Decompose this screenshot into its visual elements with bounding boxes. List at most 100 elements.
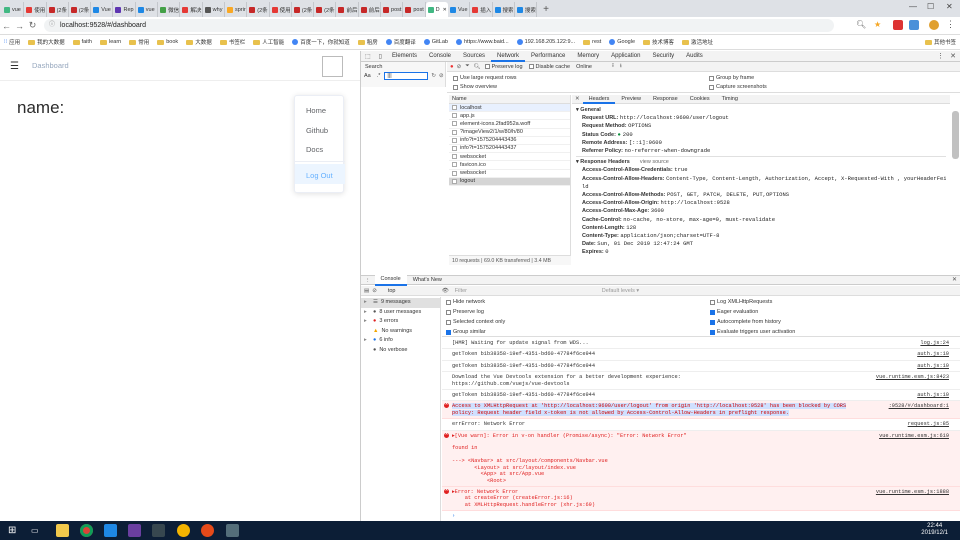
console-source-link[interactable]: vue.runtime.esm.js:8423 bbox=[876, 374, 949, 380]
console-source-link[interactable]: auth.js:10 bbox=[917, 363, 949, 369]
device-toggle-icon[interactable]: ▯ bbox=[375, 53, 386, 60]
app-icon[interactable] bbox=[128, 524, 141, 537]
app-icon[interactable] bbox=[177, 524, 190, 537]
bookmark-item[interactable]: book bbox=[157, 39, 178, 45]
regex-toggle[interactable]: .* bbox=[377, 73, 381, 79]
bookmark-item[interactable]: 常用 bbox=[129, 38, 149, 46]
request-row[interactable]: info?t=1575204443437 bbox=[449, 145, 570, 154]
browser-tab[interactable]: (2条 bbox=[47, 2, 69, 17]
app-icon[interactable] bbox=[226, 524, 239, 537]
browser-tab[interactable]: 搜索 bbox=[515, 2, 538, 17]
setting-checkbox[interactable] bbox=[446, 299, 451, 305]
setting-checkbox[interactable] bbox=[446, 329, 451, 335]
devtools-tab-audits[interactable]: Audits bbox=[680, 51, 709, 62]
back-icon[interactable]: ← bbox=[0, 21, 13, 31]
log-levels-select[interactable]: Default levels ▾ bbox=[602, 288, 639, 294]
reload-icon[interactable]: ↻ bbox=[26, 20, 39, 31]
setting-checkbox[interactable] bbox=[710, 329, 715, 335]
bookmark-item[interactable]: 百度翻译 bbox=[385, 38, 416, 46]
forward-icon[interactable]: → bbox=[13, 21, 26, 31]
console-filter-input[interactable]: Filter bbox=[452, 288, 582, 294]
response-headers-title[interactable]: ▾ Response Headers view source bbox=[576, 158, 946, 166]
bookmark-item[interactable]: rest bbox=[583, 39, 601, 45]
group-by-frame-checkbox[interactable] bbox=[709, 75, 714, 81]
browser-tab[interactable]: (2条 bbox=[292, 2, 315, 17]
bookmark-item[interactable]: 激活地址 bbox=[682, 38, 713, 46]
request-row[interactable]: websocket bbox=[449, 170, 570, 178]
console-filter-item[interactable]: ▸ ● 6 info bbox=[361, 336, 440, 346]
devtools-tab-console[interactable]: Console bbox=[423, 51, 457, 62]
devtools-close-icon[interactable]: ✕ bbox=[950, 52, 956, 60]
bookmark-item[interactable]: 192.168.205.122:9... bbox=[516, 39, 575, 45]
maximize-icon[interactable]: ☐ bbox=[927, 2, 934, 11]
app-icon[interactable] bbox=[152, 524, 165, 537]
console-filter-item[interactable]: ▸ ● 8 user messages bbox=[361, 308, 440, 318]
zoom-icon[interactable]: 🔍︎ bbox=[856, 20, 866, 29]
browser-tab[interactable]: (2条 bbox=[69, 2, 92, 17]
preserve-log-checkbox[interactable] bbox=[484, 64, 490, 69]
new-tab-button[interactable]: + bbox=[543, 2, 549, 17]
app-icon[interactable] bbox=[104, 524, 117, 537]
browser-tab[interactable]: 微信 bbox=[158, 2, 181, 17]
devtools-tab-network[interactable]: Network bbox=[491, 51, 526, 62]
request-row[interactable]: element-icons.2fad952a.woff bbox=[449, 120, 570, 129]
console-source-link[interactable]: :9528/#/dashboard:1 bbox=[889, 403, 949, 409]
task-view-icon[interactable]: ▭ bbox=[31, 524, 44, 537]
bookmark-item[interactable]: 百度一下，你就知道 bbox=[292, 38, 350, 46]
bookmark-item[interactable]: 我的大数据 bbox=[28, 38, 65, 46]
browser-tab[interactable]: why bbox=[203, 2, 225, 17]
request-row[interactable]: ?imageView2/1/w/80/h/80 bbox=[449, 129, 570, 137]
drawer-menu-icon[interactable]: ⋮ bbox=[361, 278, 375, 284]
bookmark-item[interactable]: 大数据 bbox=[186, 38, 212, 46]
clear-icon[interactable]: ⊘ bbox=[457, 64, 462, 70]
view-source-link[interactable]: view source bbox=[640, 159, 669, 165]
bookmark-item[interactable]: Google bbox=[609, 39, 635, 45]
console-source-link[interactable]: vue.runtime.esm.js:619 bbox=[879, 433, 949, 439]
record-icon[interactable]: ● bbox=[450, 64, 454, 70]
console-filter-item[interactable]: ● No verbose bbox=[361, 346, 440, 356]
menu-item-docs[interactable]: Docs bbox=[306, 145, 323, 154]
hamburger-icon[interactable]: ☰ bbox=[10, 61, 19, 72]
bookmark-item[interactable]: 其他书签 bbox=[924, 38, 956, 46]
browser-tab[interactable]: 使用 bbox=[24, 2, 47, 17]
devtools-tab-security[interactable]: Security bbox=[646, 51, 680, 62]
bookmark-item[interactable]: learn bbox=[100, 39, 121, 45]
minimize-icon[interactable]: — bbox=[909, 2, 917, 11]
console-filter-item[interactable]: ▲ No warnings bbox=[361, 327, 440, 337]
browser-tab[interactable]: 插入 bbox=[470, 2, 493, 17]
detail-tab-response[interactable]: Response bbox=[647, 95, 684, 104]
bookmark-star-icon[interactable]: ★ bbox=[874, 20, 881, 29]
browser-tab[interactable]: 使用 bbox=[270, 2, 292, 17]
menu-item-logout[interactable]: Log Out bbox=[306, 171, 333, 180]
browser-tab[interactable]: vue bbox=[136, 2, 159, 17]
setting-checkbox[interactable] bbox=[710, 309, 715, 315]
setting-checkbox[interactable] bbox=[710, 319, 715, 325]
request-row[interactable]: websocket bbox=[449, 153, 570, 162]
detail-scrollbar[interactable] bbox=[952, 111, 959, 159]
browser-tab[interactable]: (2条 bbox=[247, 2, 270, 17]
setting-checkbox[interactable] bbox=[710, 299, 715, 305]
bookmark-item[interactable]: https://www.baid... bbox=[456, 39, 509, 45]
clear-search-icon[interactable]: ⊘ bbox=[439, 73, 444, 79]
console-source-link[interactable]: auth.js:10 bbox=[917, 351, 949, 357]
browser-tab[interactable]: 前后 bbox=[336, 2, 359, 17]
sidebar-toggle-icon[interactable]: ▤ bbox=[364, 288, 369, 294]
console-source-link[interactable]: auth.js:10 bbox=[917, 392, 949, 398]
bookmark-item[interactable]: 人工智能 bbox=[253, 38, 284, 46]
eye-icon[interactable]: 👁︎ bbox=[442, 288, 449, 294]
console-clear-icon[interactable]: ⊘ bbox=[372, 288, 377, 294]
browser-tab[interactable]: Vue bbox=[91, 2, 114, 17]
bookmark-item[interactable]: 租房 bbox=[357, 38, 378, 46]
menu-item-github[interactable]: Github bbox=[306, 126, 328, 135]
export-har-icon[interactable]: ⭳ bbox=[620, 62, 622, 71]
filter-icon[interactable]: ⏷ bbox=[465, 63, 469, 70]
search-icon[interactable]: 🔍︎ bbox=[474, 64, 481, 70]
windows-start-icon[interactable]: ⊞ bbox=[8, 524, 21, 537]
console-source-link[interactable]: vue.runtime.esm.js:1888 bbox=[876, 489, 949, 495]
browser-tab[interactable]: 搜索 bbox=[493, 2, 515, 17]
detail-tab-timing[interactable]: Timing bbox=[716, 95, 744, 104]
console-prompt[interactable]: › bbox=[442, 511, 960, 521]
request-row[interactable]: app.js bbox=[449, 112, 570, 121]
request-row[interactable]: logout bbox=[449, 177, 570, 186]
browser-tab[interactable]: vue bbox=[2, 2, 25, 17]
